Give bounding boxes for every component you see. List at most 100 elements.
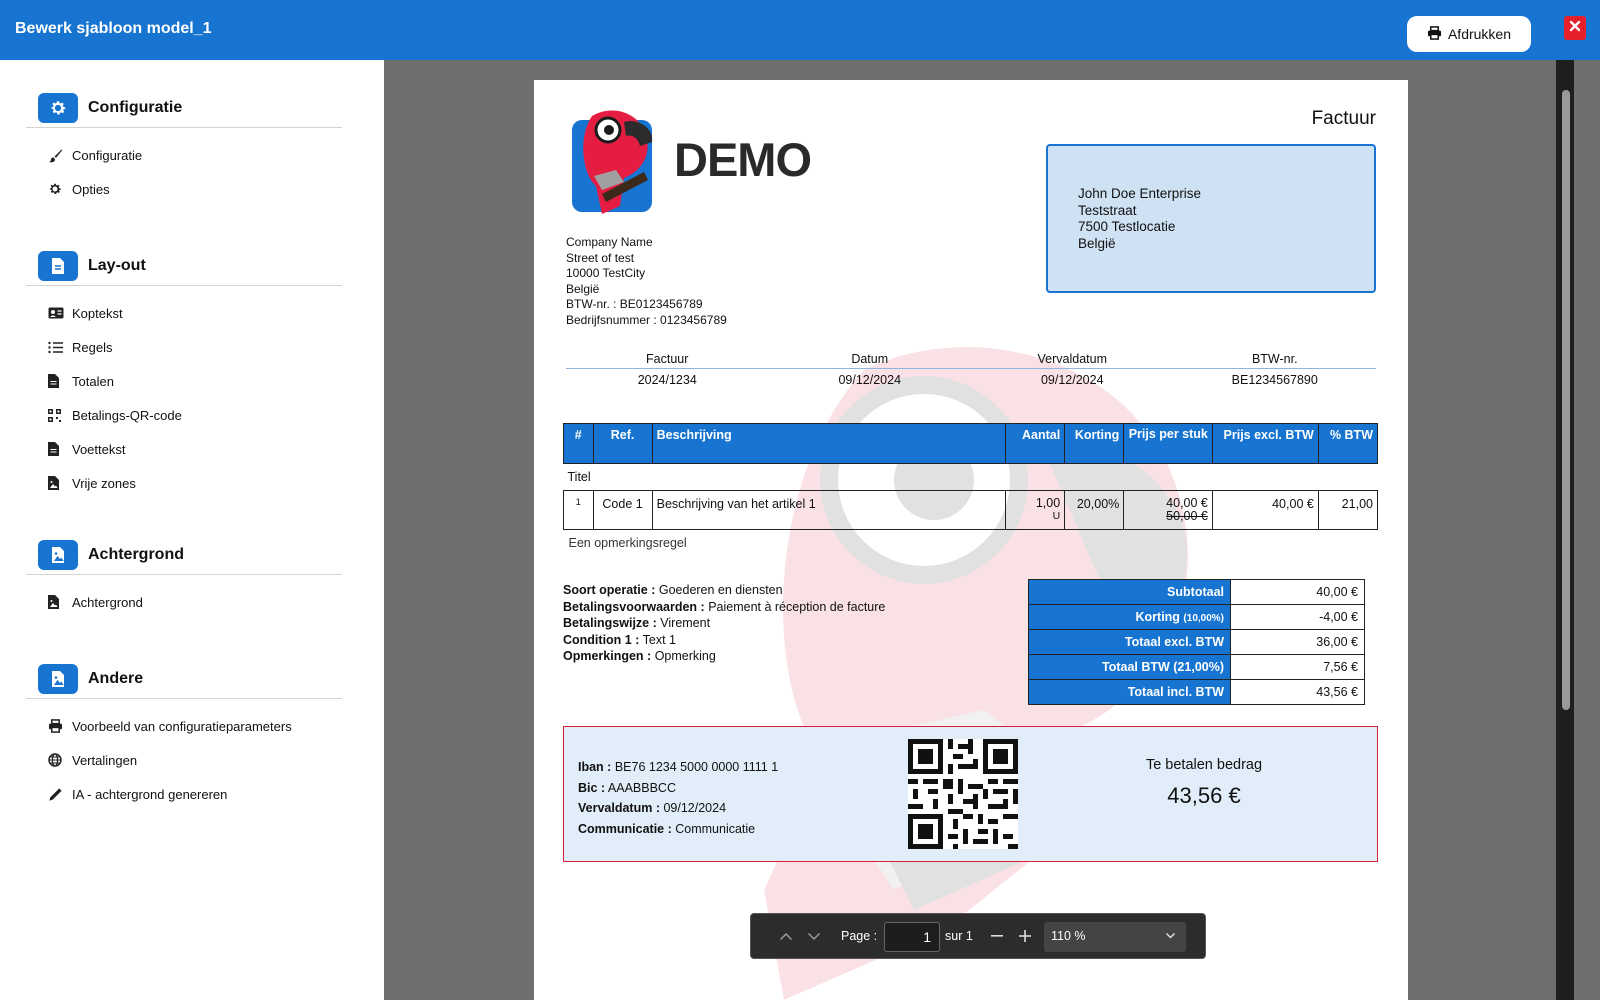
- company-address: Company Name Street of test 10000 TestCi…: [566, 235, 727, 328]
- vat-value: BE0123456789: [619, 297, 703, 311]
- line-title: Titel: [567, 470, 591, 484]
- meta-value: 09/12/2024: [1040, 373, 1104, 387]
- cell-total: 40,00 €: [1211, 490, 1319, 530]
- condition-value: Text 1: [642, 632, 676, 647]
- meta-header: Vervaldatum: [1037, 352, 1107, 366]
- chevron-up-icon: [779, 932, 793, 940]
- minus-icon: [991, 935, 1003, 937]
- condition-line: Opmerkingen : Opmerking: [563, 648, 885, 665]
- quantity-unit: U: [1052, 510, 1061, 522]
- sidebar-item-vrije-zones[interactable]: Vrije zones: [26, 466, 342, 500]
- condition-line: Soort operatie : Goederen en diensten: [563, 582, 885, 599]
- invoice-lines-table: # Ref. Beschrijving Aantal Korting Prijs…: [563, 423, 1379, 557]
- sidebar-item-achtergrond[interactable]: Achtergrond: [26, 585, 342, 619]
- printer-icon: [1427, 25, 1442, 43]
- document-icon: [38, 250, 78, 281]
- sidebar-item-vertalingen[interactable]: Vertalingen: [26, 743, 342, 777]
- sidebar-item-label: Achtergrond: [72, 594, 143, 610]
- section-title: Achtergrond: [88, 545, 184, 563]
- condition-value: Paiement à réception de facture: [708, 599, 886, 614]
- due-date-label: Vervaldatum :: [578, 801, 660, 815]
- sidebar: Configuratie Configuratie Opties Lay-out…: [0, 60, 384, 1000]
- sidebar-item-label: Opties: [72, 181, 110, 197]
- close-button[interactable]: [1564, 16, 1586, 40]
- totals-label-small: (10,00%): [1183, 613, 1224, 624]
- totals-row: Totaal BTW (21,00%) 7,56 €: [1028, 654, 1365, 680]
- sidebar-item-opties[interactable]: Opties: [26, 172, 342, 206]
- sidebar-item-totalen[interactable]: Totalen: [26, 364, 342, 398]
- printer-icon: [48, 719, 66, 733]
- totals-value: 40,00 €: [1230, 579, 1365, 605]
- client-street: Teststraat: [1078, 202, 1137, 218]
- cell-quantity: 1,00 U: [1005, 490, 1066, 530]
- sidebar-item-betalings-qr-code[interactable]: Betalings-QR-code: [26, 398, 342, 432]
- globe-icon: [48, 753, 66, 767]
- condition-label: Soort operatie :: [563, 583, 656, 597]
- totals-row: Subtotaal 40,00 €: [1028, 579, 1365, 605]
- communication-label: Communicatie :: [578, 821, 672, 836]
- print-button[interactable]: Afdrukken: [1407, 16, 1531, 52]
- zoom-in-button[interactable]: [1015, 924, 1035, 948]
- sidebar-item-label: Voorbeeld van configuratieparameters: [72, 718, 292, 734]
- payment-line: Communicatie : Communicatie: [578, 819, 778, 840]
- invoice-page: DEMO Factuur John Doe Enterprise Teststr…: [534, 80, 1408, 1000]
- pdf-toolbar: Page : sur 1 110 %: [750, 913, 1206, 959]
- totals-value: 43,56 €: [1230, 679, 1365, 705]
- qr-icon: [48, 408, 66, 422]
- sidebar-item-koptekst[interactable]: Koptekst: [26, 296, 342, 330]
- column-header: Aantal: [1005, 423, 1066, 464]
- totals-label: Totaal excl. BTW: [1028, 629, 1231, 655]
- scrollbar-thumb[interactable]: [1562, 90, 1570, 710]
- vat-label: BTW-nr. :: [566, 297, 617, 311]
- company-city: 10000 TestCity: [566, 266, 646, 280]
- totals-row: Totaal excl. BTW 36,00 €: [1028, 629, 1365, 655]
- next-page-button[interactable]: [805, 927, 823, 945]
- company-reg: Bedrijfsnummer : 0123456789: [566, 313, 727, 329]
- section-configuratie: Configuratie Configuratie Opties: [26, 88, 342, 206]
- amount-due-label: Te betalen bedrag: [1145, 757, 1263, 773]
- page-number-input[interactable]: [884, 922, 940, 952]
- page-count: sur 1: [945, 929, 973, 943]
- column-header: Korting: [1064, 423, 1125, 464]
- section-title: Lay-out: [88, 256, 146, 274]
- sidebar-item-label: Configuratie: [72, 147, 143, 163]
- company-vat: BTW-nr. : BE0123456789: [566, 297, 727, 313]
- sidebar-item-configuratie[interactable]: Configuratie: [26, 138, 342, 172]
- zoom-select[interactable]: 110 %: [1044, 922, 1186, 952]
- print-button-label: Afdrukken: [1447, 26, 1512, 42]
- condition-line: Betalingsvoorwaarden : Paiement à récept…: [563, 599, 885, 616]
- line-remark: Een opmerkingsregel: [568, 536, 687, 550]
- reg-label: Bedrijfsnummer :: [566, 312, 657, 327]
- sidebar-item-ia-achtergrond[interactable]: IA - achtergrond genereren: [26, 777, 342, 811]
- cell-vat: 21,00: [1317, 490, 1379, 530]
- brand-name: DEMO: [674, 133, 812, 186]
- sidebar-item-regels[interactable]: Regels: [26, 330, 342, 364]
- client-address-box: John Doe Enterprise Teststraat 7500 Test…: [1046, 144, 1376, 293]
- condition-value: Virement: [660, 616, 711, 630]
- table-remark-row: Een opmerkingsregel: [564, 530, 1378, 557]
- invoice-meta: Factuur Datum Vervaldatum BTW-nr. 2024/1…: [566, 352, 1376, 387]
- company-country: België: [566, 281, 600, 296]
- file-icon: [48, 442, 66, 456]
- meta-header: Factuur: [646, 352, 689, 366]
- sidebar-item-voettekst[interactable]: Voettekst: [26, 432, 342, 466]
- plus-icon: [1019, 930, 1031, 942]
- iban-label: Iban :: [578, 760, 612, 774]
- previous-page-button[interactable]: [777, 927, 795, 945]
- zoom-value: 110 %: [1051, 929, 1086, 943]
- file-image-icon: [48, 476, 66, 490]
- sidebar-item-voorbeeld[interactable]: Voorbeeld van configuratieparameters: [26, 709, 342, 743]
- section-header: Andere: [26, 659, 342, 699]
- cell-ref: Code 1: [592, 490, 653, 530]
- zoom-out-button[interactable]: [987, 924, 1007, 948]
- sidebar-item-label: Vertalingen: [72, 752, 138, 768]
- cell-num: 1: [563, 490, 594, 530]
- company-name: Company Name: [566, 235, 653, 249]
- column-header: Beschrijving: [651, 423, 1007, 464]
- sidebar-item-label: Regels: [72, 339, 113, 355]
- cell-discount: 20,00%: [1064, 490, 1125, 530]
- totals-label-text: Totaal incl. BTW: [1127, 685, 1224, 699]
- sidebar-item-label: IA - achtergrond genereren: [72, 786, 228, 802]
- condition-label: Betalingswijze :: [563, 616, 657, 630]
- totals-label: Totaal BTW (21,00%): [1028, 654, 1231, 680]
